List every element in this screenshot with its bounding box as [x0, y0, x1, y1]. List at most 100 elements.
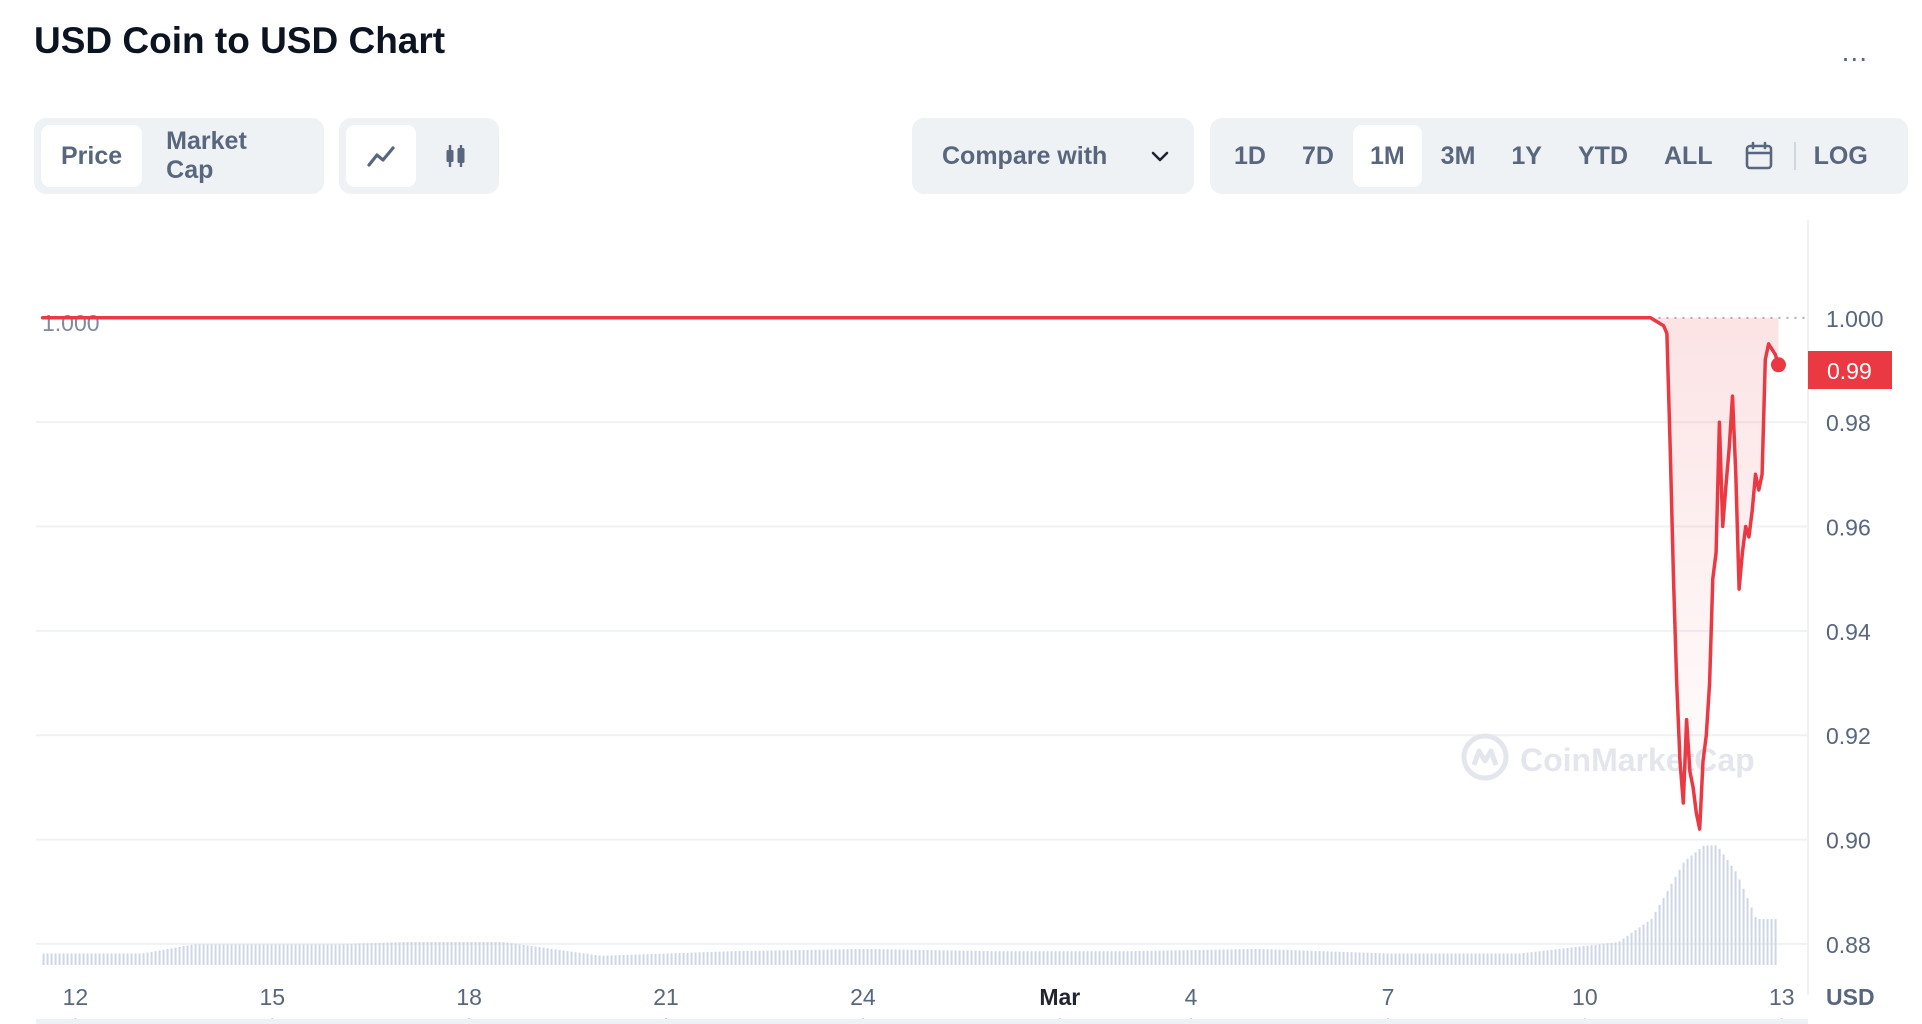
volume-bar	[42, 953, 45, 965]
compare-with-dropdown[interactable]: Compare with	[912, 118, 1194, 194]
volume-bar	[130, 953, 133, 965]
volume-bar	[110, 953, 113, 965]
range-7d[interactable]: 7D	[1285, 125, 1351, 187]
range-1y[interactable]: 1Y	[1494, 125, 1559, 187]
volume-bar	[622, 955, 625, 965]
volume-bar	[1382, 953, 1385, 965]
more-options-button[interactable]: ...	[1842, 38, 1868, 66]
volume-bar	[1734, 871, 1737, 965]
volume-bar	[1254, 948, 1257, 965]
log-scale-button[interactable]: LOG	[1804, 125, 1878, 187]
volume-bar	[834, 949, 837, 965]
volume-bar	[378, 942, 381, 965]
volume-bar	[166, 949, 169, 965]
tab-price[interactable]: Price	[41, 125, 143, 187]
volume-bar	[1262, 949, 1265, 965]
volume-bar	[198, 944, 201, 965]
range-3m[interactable]: 3M	[1424, 125, 1493, 187]
volume-bar	[286, 944, 289, 965]
x-tick-label: 10	[1572, 984, 1598, 1010]
volume-bar	[162, 949, 165, 965]
volume-bar	[386, 942, 389, 965]
volume-bar	[78, 953, 81, 965]
volume-bar	[1458, 953, 1461, 965]
volume-bar	[918, 949, 921, 965]
volume-bar	[234, 944, 237, 965]
volume-bar	[218, 944, 221, 965]
line-chart-button[interactable]	[346, 125, 416, 187]
volume-bar	[1054, 951, 1057, 965]
volume-bar	[1586, 945, 1589, 965]
compare-with-label: Compare with	[942, 141, 1108, 170]
volume-bar	[1206, 949, 1209, 965]
volume-bar	[302, 944, 305, 965]
volume-bar	[146, 952, 149, 965]
y-tick-label: 0.92	[1826, 723, 1871, 749]
volume-bar	[1638, 927, 1641, 965]
x-tick-label: 13	[1769, 984, 1795, 1010]
volume-bar	[902, 949, 905, 965]
volume-bar	[950, 950, 953, 965]
volume-bar	[1670, 883, 1673, 965]
chart-type-tabs: Price Market Cap	[34, 118, 324, 194]
volume-bar	[1474, 953, 1477, 965]
volume-bar	[770, 950, 773, 965]
volume-bar	[314, 944, 317, 965]
tab-market-cap[interactable]: Market Cap	[146, 125, 317, 187]
range-1d[interactable]: 1D	[1217, 125, 1283, 187]
volume-bar	[782, 950, 785, 965]
volume-bar	[518, 944, 521, 965]
volume-bar	[1154, 950, 1157, 965]
volume-bar	[1698, 849, 1701, 965]
volume-bar	[406, 942, 409, 965]
volume-bar	[1534, 951, 1537, 965]
volume-bar	[342, 944, 345, 965]
volume-bar	[1462, 953, 1465, 965]
volume-bar	[898, 949, 901, 965]
volume-bar	[502, 942, 505, 965]
volume-bar	[274, 944, 277, 965]
volume-bar	[562, 950, 565, 965]
volume-bar	[1058, 951, 1061, 965]
range-ytd[interactable]: YTD	[1561, 125, 1645, 187]
volume-bar	[1282, 949, 1285, 965]
volume-bar	[214, 944, 217, 965]
volume-bar	[750, 950, 753, 965]
volume-bar	[1122, 951, 1125, 965]
volume-bar	[766, 950, 769, 965]
volume-bar	[1194, 949, 1197, 965]
volume-bar	[122, 953, 125, 965]
volume-bar	[626, 954, 629, 965]
candlestick-chart-button[interactable]	[420, 125, 490, 187]
calendar-button[interactable]	[1732, 125, 1786, 187]
volume-bar	[1674, 876, 1677, 965]
volume-bar	[1666, 890, 1669, 965]
volume-bar	[846, 949, 849, 965]
volume-bar	[670, 953, 673, 965]
volume-bar	[1326, 951, 1329, 965]
volume-bar	[1598, 944, 1601, 965]
volume-bar	[510, 943, 513, 965]
volume-bar	[1266, 949, 1269, 965]
volume-bar	[702, 952, 705, 965]
volume-bar	[478, 942, 481, 965]
volume-bar	[546, 948, 549, 965]
volume-bar	[794, 950, 797, 965]
range-1m[interactable]: 1M	[1352, 125, 1422, 187]
volume-bar	[746, 950, 749, 965]
volume-bar	[1550, 949, 1553, 965]
volume-bar	[1730, 865, 1733, 965]
range-all[interactable]: ALL	[1647, 125, 1730, 187]
volume-bar	[1654, 911, 1657, 965]
volume-bar	[1766, 919, 1769, 965]
volume-bar	[606, 955, 609, 965]
volume-bar	[874, 949, 877, 965]
volume-bar	[358, 943, 361, 965]
volume-bar	[710, 951, 713, 965]
volume-bar	[90, 953, 93, 965]
x-tick-label: Mar	[1039, 984, 1080, 1010]
price-chart[interactable]: CoinMarketCap 1.000 1.000 0.98 0.96 0.94 0.9…	[0, 210, 1922, 1024]
volume-bar	[826, 949, 829, 965]
volume-bar	[1530, 952, 1533, 965]
volume-bar	[422, 942, 425, 965]
